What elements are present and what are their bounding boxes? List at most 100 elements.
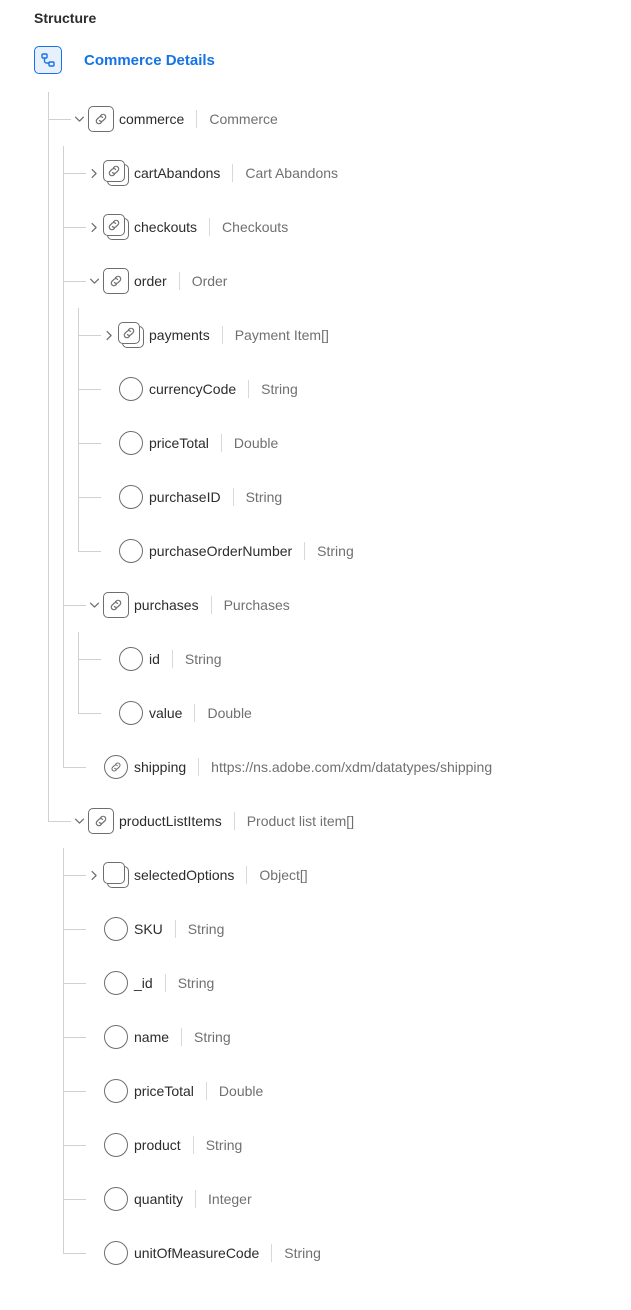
field-quantity[interactable]: quantity Integer bbox=[64, 1172, 611, 1226]
separator bbox=[194, 704, 195, 722]
field-checkouts[interactable]: checkouts Checkouts bbox=[64, 200, 611, 254]
field-name: payments bbox=[149, 327, 210, 343]
chevron-down-icon[interactable] bbox=[73, 815, 85, 827]
field-purchases[interactable]: purchases Purchases id bbox=[64, 578, 611, 740]
field-purchaseOrderNumber[interactable]: purchaseOrderNumber String bbox=[79, 524, 611, 578]
object-ref-icon bbox=[102, 267, 130, 295]
field-type: Commerce bbox=[209, 111, 277, 127]
separator bbox=[209, 218, 210, 236]
field-type: String bbox=[317, 543, 354, 559]
field-productListItems[interactable]: productListItems Product list item[] bbox=[49, 794, 611, 1280]
object-ref-icon bbox=[87, 807, 115, 835]
field-name: commerce bbox=[119, 111, 184, 127]
schema-root[interactable]: Commerce Details commerce Commerce bbox=[20, 38, 611, 1280]
field-name: id bbox=[149, 651, 160, 667]
separator bbox=[198, 758, 199, 776]
field-name: purchaseID bbox=[149, 489, 221, 505]
separator bbox=[211, 596, 212, 614]
field-name: shipping bbox=[134, 759, 186, 775]
field-purchaseID[interactable]: purchaseID String bbox=[79, 470, 611, 524]
object-array-icon bbox=[102, 861, 130, 889]
field-type: String bbox=[188, 921, 225, 937]
separator bbox=[232, 164, 233, 182]
object-ref-array-icon bbox=[117, 321, 145, 349]
field-type: Payment Item[] bbox=[235, 327, 329, 343]
field-name: unitOfMeasureCode bbox=[134, 1245, 259, 1261]
object-ref-icon bbox=[102, 591, 130, 619]
separator bbox=[234, 812, 235, 830]
chevron-right-icon[interactable] bbox=[88, 167, 100, 179]
field-commerce[interactable]: commerce Commerce cartAbandon bbox=[49, 92, 611, 794]
field-unitOfMeasureCode[interactable]: unitOfMeasureCode String bbox=[64, 1226, 611, 1280]
field-name: value bbox=[149, 705, 182, 721]
structure-heading: Structure bbox=[34, 10, 611, 26]
field-name: _id bbox=[134, 975, 153, 991]
field-priceTotal[interactable]: priceTotal Double bbox=[64, 1064, 611, 1118]
field-name: productListItems bbox=[119, 813, 222, 829]
field-name: SKU bbox=[134, 921, 163, 937]
field-name: purchases bbox=[134, 597, 199, 613]
scalar-ref-icon bbox=[102, 753, 130, 781]
field-type: Checkouts bbox=[222, 219, 288, 235]
field-order[interactable]: order Order bbox=[64, 254, 611, 578]
field-type: Purchases bbox=[224, 597, 290, 613]
field-type: String bbox=[246, 489, 283, 505]
field-type: String bbox=[261, 381, 298, 397]
scalar-icon bbox=[117, 375, 145, 403]
field-name: product bbox=[134, 1137, 181, 1153]
scalar-icon bbox=[102, 1239, 130, 1267]
scalar-icon bbox=[102, 1077, 130, 1105]
chevron-down-icon[interactable] bbox=[88, 275, 100, 287]
scalar-icon bbox=[117, 429, 145, 457]
field-value[interactable]: value Double bbox=[79, 686, 611, 740]
separator bbox=[165, 974, 166, 992]
chevron-right-icon[interactable] bbox=[103, 329, 115, 341]
separator bbox=[222, 326, 223, 344]
separator bbox=[233, 488, 234, 506]
field-type: Double bbox=[219, 1083, 263, 1099]
field-name: quantity bbox=[134, 1191, 183, 1207]
separator bbox=[304, 542, 305, 560]
field-selectedOptions[interactable]: selectedOptions Object[] bbox=[64, 848, 611, 902]
field-type: Integer bbox=[208, 1191, 252, 1207]
field-type: https://ns.adobe.com/xdm/datatypes/shipp… bbox=[211, 759, 492, 775]
field-type: String bbox=[185, 651, 222, 667]
separator bbox=[175, 920, 176, 938]
scalar-icon bbox=[102, 1185, 130, 1213]
separator bbox=[196, 110, 197, 128]
field-product[interactable]: product String bbox=[64, 1118, 611, 1172]
scalar-icon bbox=[117, 483, 145, 511]
field-payments[interactable]: payments Payment Item[] bbox=[79, 308, 611, 362]
field-shipping[interactable]: shipping https://ns.adobe.com/xdm/dataty… bbox=[64, 740, 611, 794]
field-name: currencyCode bbox=[149, 381, 236, 397]
field-type: String bbox=[206, 1137, 243, 1153]
field-id[interactable]: id String bbox=[79, 632, 611, 686]
field-type: Cart Abandons bbox=[245, 165, 338, 181]
scalar-icon bbox=[117, 699, 145, 727]
field-cartAbandons[interactable]: cartAbandons Cart Abandons bbox=[64, 146, 611, 200]
scalar-icon bbox=[117, 537, 145, 565]
scalar-icon bbox=[102, 969, 130, 997]
object-ref-array-icon bbox=[102, 213, 130, 241]
chevron-down-icon[interactable] bbox=[88, 599, 100, 611]
separator bbox=[179, 272, 180, 290]
chevron-down-icon[interactable] bbox=[73, 113, 85, 125]
field-_id[interactable]: _id String bbox=[64, 956, 611, 1010]
field-type: Double bbox=[234, 435, 278, 451]
field-name[interactable]: name String bbox=[64, 1010, 611, 1064]
object-ref-array-icon bbox=[102, 159, 130, 187]
field-currencyCode[interactable]: currencyCode String bbox=[79, 362, 611, 416]
scalar-icon bbox=[117, 645, 145, 673]
chevron-right-icon[interactable] bbox=[88, 221, 100, 233]
field-priceTotal[interactable]: priceTotal Double bbox=[79, 416, 611, 470]
field-SKU[interactable]: SKU String bbox=[64, 902, 611, 956]
field-type: Double bbox=[207, 705, 251, 721]
separator bbox=[248, 380, 249, 398]
chevron-right-icon[interactable] bbox=[88, 869, 100, 881]
field-name: priceTotal bbox=[149, 435, 209, 451]
field-name: name bbox=[134, 1029, 169, 1045]
separator bbox=[193, 1136, 194, 1154]
field-type: String bbox=[178, 975, 215, 991]
field-type: Object[] bbox=[259, 867, 307, 883]
object-ref-icon bbox=[87, 105, 115, 133]
